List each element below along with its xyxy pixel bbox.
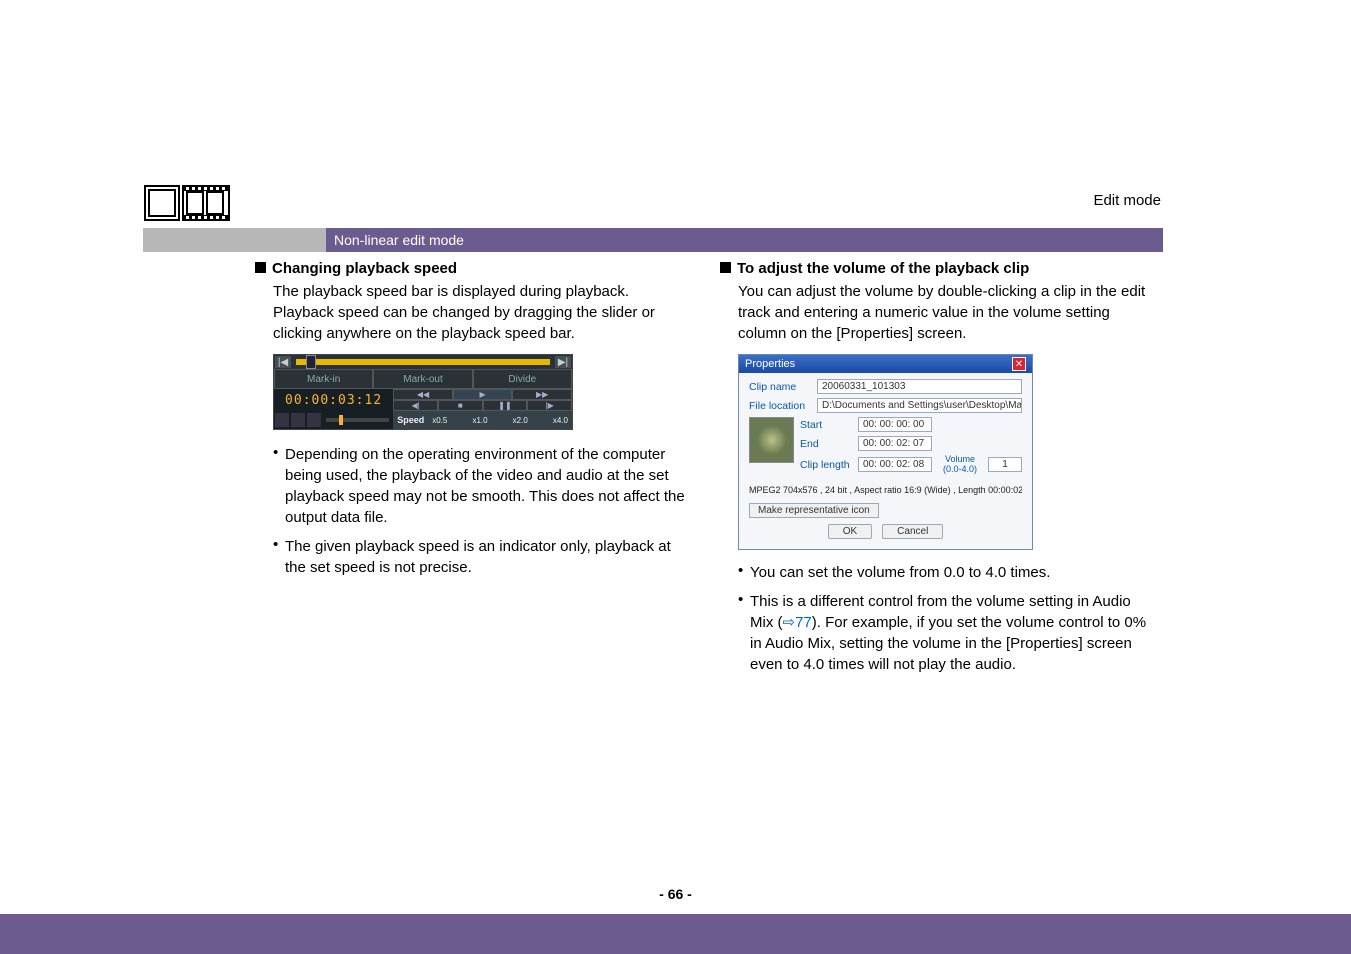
clip-start-button[interactable]: |◀ — [275, 356, 291, 368]
section-title: Non-linear edit mode — [326, 228, 1163, 252]
footer-bar — [0, 914, 1351, 954]
left-bullet-1: Depending on the operating environment o… — [285, 444, 690, 528]
ok-button[interactable]: OK — [828, 524, 872, 539]
make-representative-icon-button[interactable]: Make representative icon — [749, 503, 879, 518]
clip-thumbnail — [749, 417, 794, 463]
right-paragraph: You can adjust the volume by double-clic… — [738, 281, 1155, 344]
mpeg-info-line: MPEG2 704x576 , 24 bit , Aspect ratio 16… — [749, 485, 1022, 495]
stop-button[interactable]: ■ — [438, 400, 483, 411]
bullet-icon: • — [273, 536, 285, 578]
mark-out-button[interactable]: Mark-out — [373, 369, 472, 389]
fileloc-field: D:\Documents and Settings\user\Desktop\M… — [817, 398, 1022, 413]
volume-range-label: (0.0-4.0) — [938, 465, 982, 475]
page-link-77[interactable]: 77 — [795, 614, 812, 631]
left-heading: Changing playback speed — [255, 260, 690, 277]
dialog-title: Properties — [745, 358, 795, 370]
volume-slider[interactable] — [326, 418, 389, 422]
divide-button[interactable]: Divide — [473, 369, 572, 389]
cliplen-field: 00: 00: 02: 08 — [858, 457, 932, 472]
bullet-icon: • — [738, 591, 750, 675]
vol-up-button[interactable] — [307, 413, 321, 427]
mute-button[interactable] — [275, 413, 289, 427]
start-label: Start — [800, 419, 852, 431]
playback-speed-bar: |◀ ▶| Mark-in Mark-out Divide 00:00:03:1… — [273, 354, 573, 430]
speed-tick: x2.0 — [513, 416, 528, 425]
frame-back-button[interactable]: ◀| — [393, 400, 438, 411]
speed-label: Speed — [393, 415, 428, 425]
left-heading-text: Changing playback speed — [272, 260, 457, 277]
end-field[interactable]: 00: 00: 02: 07 — [858, 436, 932, 451]
clipname-field[interactable]: 20060331_101303 — [817, 379, 1022, 394]
clipname-label: Clip name — [749, 381, 811, 393]
fast-forward-button[interactable]: ▶▶ — [512, 389, 572, 400]
page-number: - 66 - — [0, 886, 1351, 902]
play-button[interactable]: ▶ — [453, 389, 513, 400]
left-paragraph: The playback speed bar is displayed duri… — [273, 281, 690, 344]
cancel-button[interactable]: Cancel — [882, 524, 943, 539]
speed-tick: x4.0 — [553, 416, 568, 425]
properties-dialog: Properties ✕ Clip name 20060331_101303 F… — [738, 354, 1033, 550]
bullet-icon: • — [738, 562, 750, 583]
speed-tick: x1.0 — [472, 416, 487, 425]
end-label: End — [800, 438, 852, 450]
start-field[interactable]: 00: 00: 00: 00 — [858, 417, 932, 432]
right-heading: To adjust the volume of the playback cli… — [720, 260, 1155, 277]
film-strip-icon — [143, 178, 233, 228]
scrub-track[interactable] — [296, 359, 550, 365]
mode-label: Edit mode — [1093, 192, 1161, 209]
clip-end-button[interactable]: ▶| — [555, 356, 571, 368]
section-indent — [143, 228, 326, 252]
vol-down-button[interactable] — [291, 413, 305, 427]
timecode-display: 00:00:03:12 — [274, 389, 393, 411]
scrub-handle[interactable] — [306, 355, 316, 369]
square-bullet-icon — [255, 262, 266, 273]
cliplen-label: Clip length — [800, 459, 852, 471]
speed-scale[interactable]: x0.5 x1.0 x2.0 x4.0 — [428, 416, 572, 425]
left-bullet-2: The given playback speed is an indicator… — [285, 536, 690, 578]
close-icon[interactable]: ✕ — [1012, 357, 1026, 371]
square-bullet-icon — [720, 262, 731, 273]
right-bullet-2: This is a different control from the vol… — [750, 591, 1155, 675]
right-heading-text: To adjust the volume of the playback cli… — [737, 260, 1029, 277]
bullet-icon: • — [273, 444, 285, 528]
frame-forward-button[interactable]: |▶ — [527, 400, 572, 411]
arrow-icon: ⇨ — [783, 614, 796, 631]
rewind-button[interactable]: ◀◀ — [393, 389, 453, 400]
pause-button[interactable]: ❚❚ — [483, 400, 528, 411]
right-bullet-1: You can set the volume from 0.0 to 4.0 t… — [750, 562, 1155, 583]
volume-field[interactable]: 1 — [988, 457, 1022, 472]
speed-tick: x0.5 — [432, 416, 447, 425]
fileloc-label: File location — [749, 400, 811, 412]
mark-in-button[interactable]: Mark-in — [274, 369, 373, 389]
